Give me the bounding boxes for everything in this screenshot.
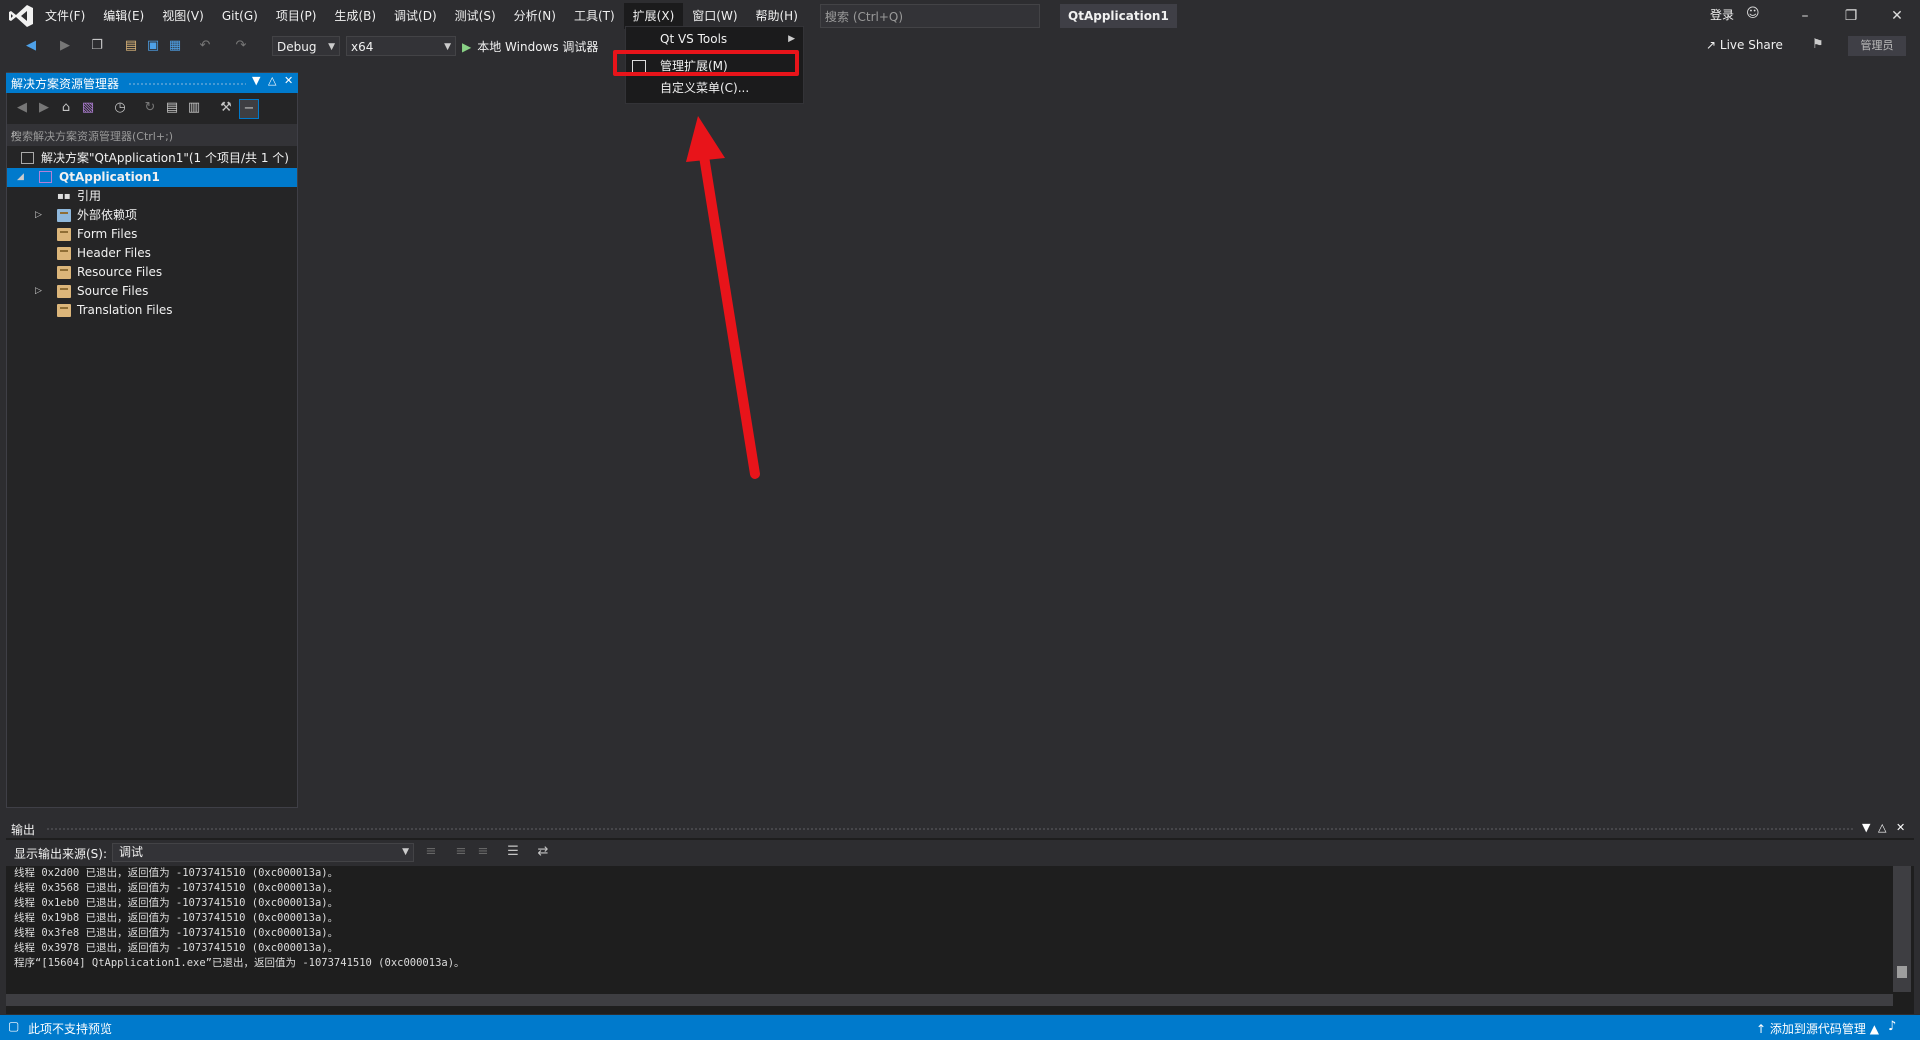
annotation-arrow xyxy=(686,116,760,479)
